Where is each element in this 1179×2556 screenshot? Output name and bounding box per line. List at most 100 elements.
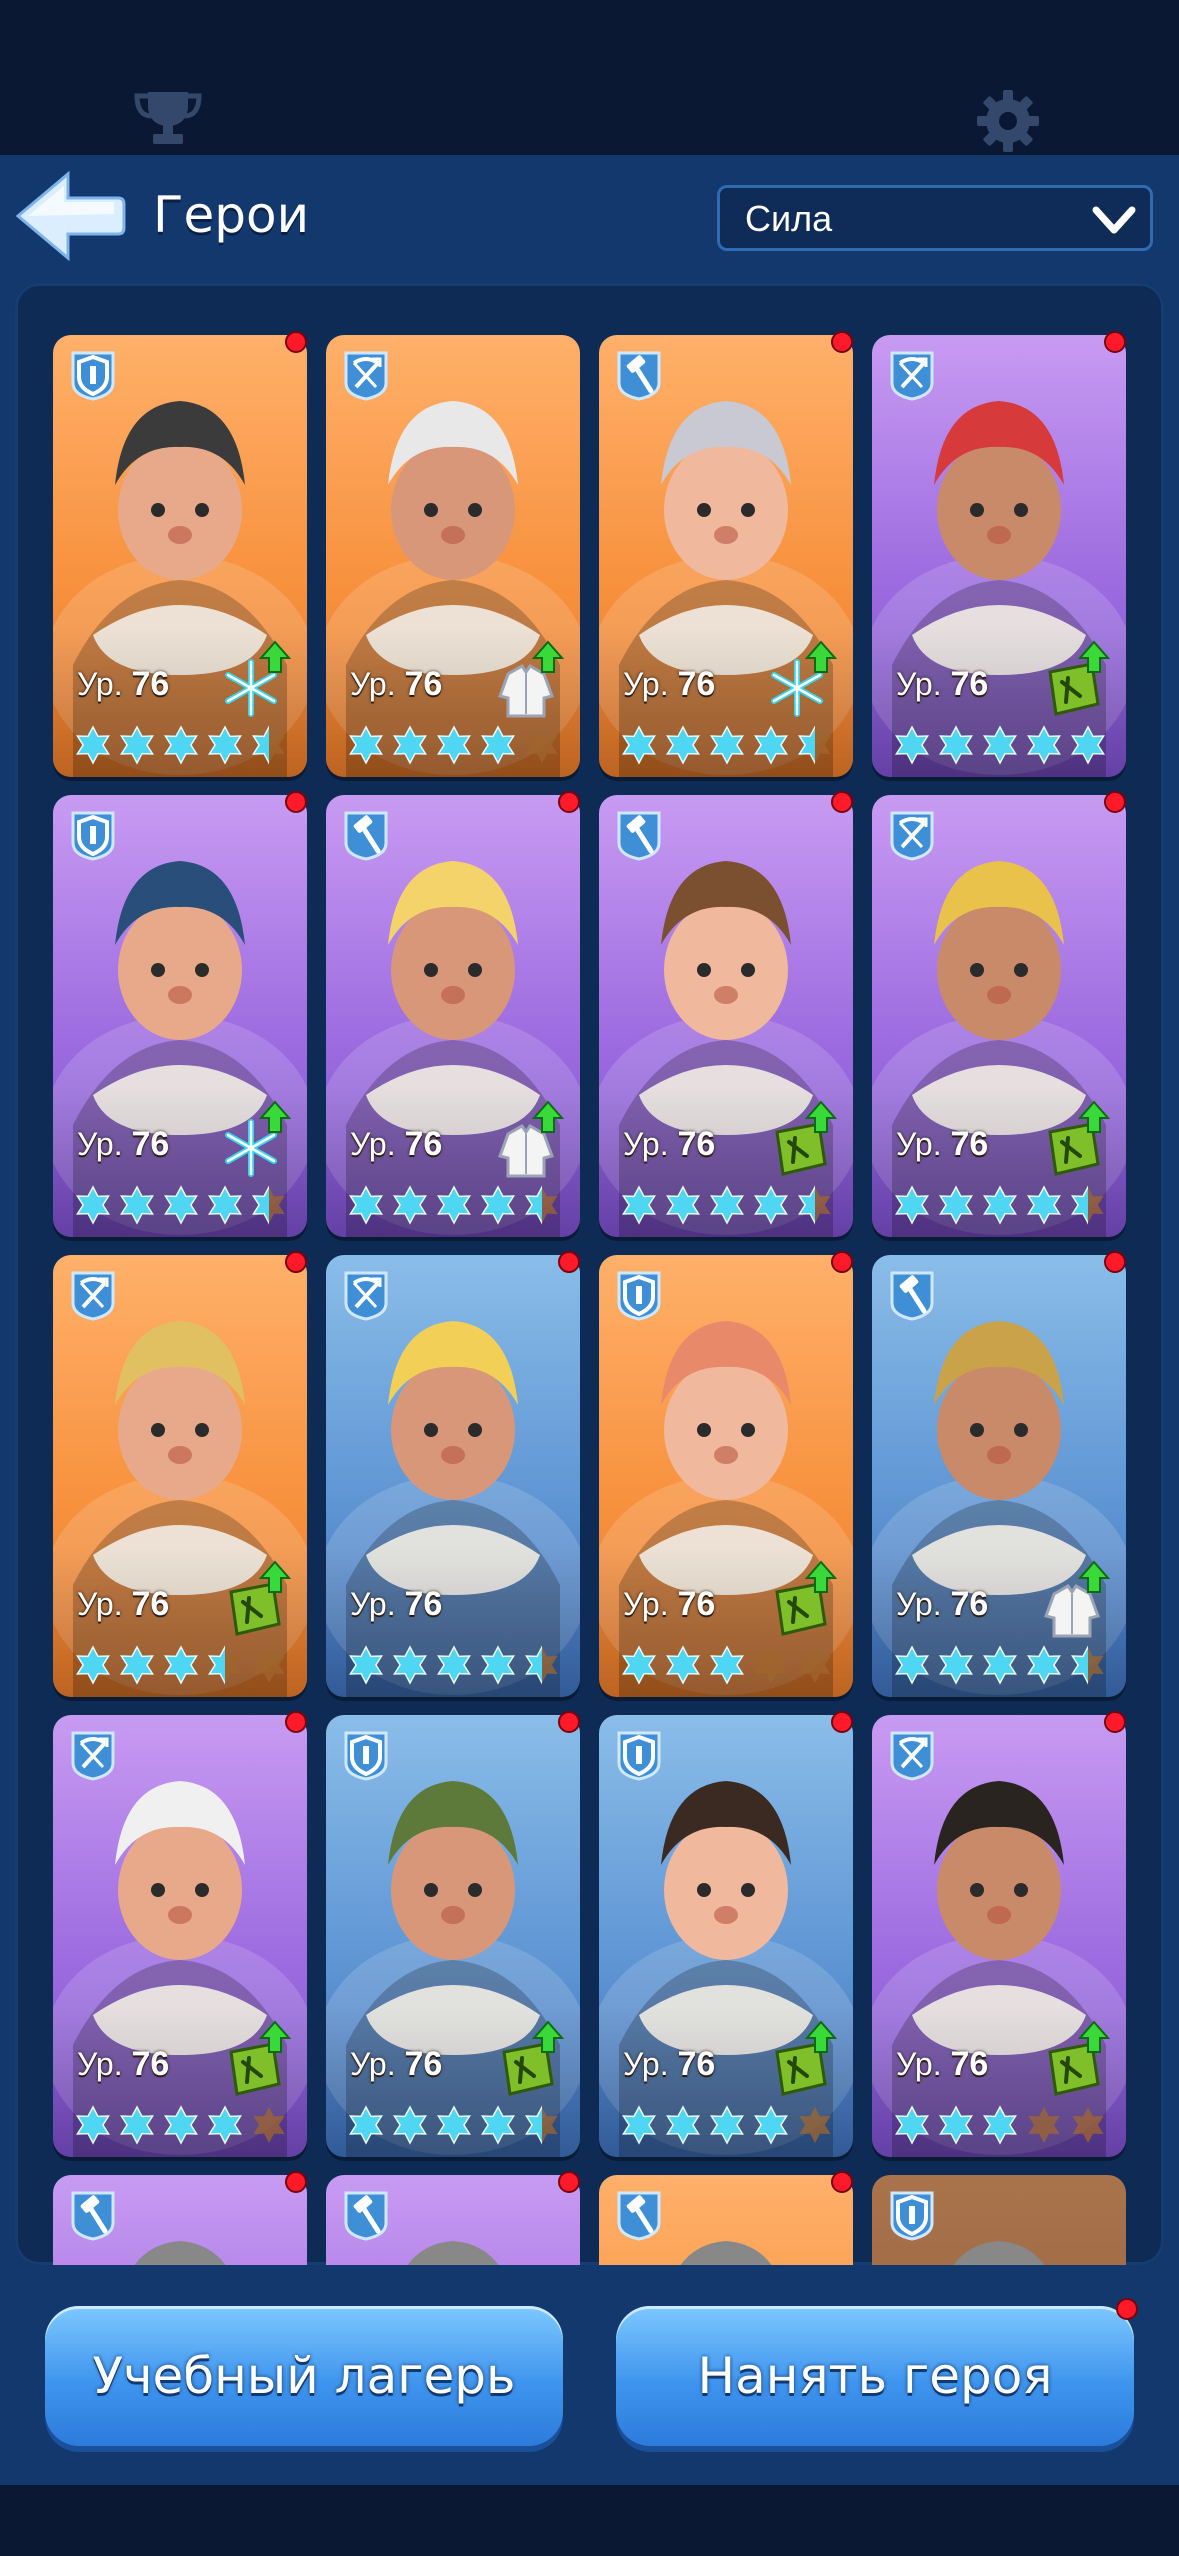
- star-icon: [437, 725, 471, 765]
- level-prefix: Ур.: [623, 2046, 678, 2082]
- star-icon: [895, 725, 929, 765]
- star-icon: [666, 2105, 700, 2145]
- sort-dropdown[interactable]: Сила: [717, 185, 1153, 251]
- bottom-strip: [0, 2485, 1179, 2556]
- star-icon: [983, 2105, 1017, 2145]
- hero-card[interactable]: Ур. 76: [326, 1715, 580, 2157]
- star-rating: [346, 2105, 568, 2145]
- star-icon: [437, 1645, 471, 1685]
- level-value: 76: [950, 1125, 989, 1163]
- level-prefix: Ур.: [350, 1586, 405, 1622]
- star-icon: [393, 725, 427, 765]
- hero-level: Ур. 76: [77, 2045, 169, 2084]
- star-rating: [892, 1645, 1114, 1685]
- star-icon: [710, 725, 744, 765]
- hero-card[interactable]: Ур. 76: [326, 335, 580, 777]
- hero-card[interactable]: Ур. 76: [872, 1715, 1126, 2157]
- level-value: 76: [404, 1125, 443, 1163]
- level-value: 76: [131, 665, 170, 703]
- crossbow-icon: [342, 1269, 390, 1321]
- level-prefix: Ур.: [350, 2046, 405, 2082]
- hero-card[interactable]: Ур. 76: [599, 795, 853, 1237]
- level-prefix: Ур.: [896, 2046, 951, 2082]
- level-value: 76: [677, 665, 716, 703]
- hero-card[interactable]: [872, 2175, 1126, 2265]
- level-prefix: Ур.: [896, 1126, 951, 1162]
- notification-dot: [831, 1251, 853, 1273]
- hammer-icon: [342, 809, 390, 861]
- star-icon: [1027, 725, 1061, 765]
- star-icon: [393, 2105, 427, 2145]
- hero-level: Ур. 76: [77, 1125, 169, 1164]
- hero-card[interactable]: [599, 2175, 853, 2265]
- star-icon: [393, 1645, 427, 1685]
- hero-card[interactable]: Ур. 76: [872, 1255, 1126, 1697]
- star-icon: [120, 2105, 154, 2145]
- notification-dot: [1104, 1711, 1126, 1733]
- top-bar: [0, 0, 1179, 155]
- star-icon: [164, 725, 198, 765]
- star-icon: [622, 725, 656, 765]
- star-icon: [208, 2105, 242, 2145]
- star-icon: [622, 1185, 656, 1225]
- star-icon: [481, 1645, 515, 1685]
- hire-hero-label: Нанять героя: [697, 2347, 1053, 2405]
- star-rating: [892, 2105, 1114, 2145]
- hero-card[interactable]: Ур. 76: [599, 335, 853, 777]
- hero-card[interactable]: Ур. 76: [53, 335, 307, 777]
- snowflake-upgrade-icon: [767, 640, 838, 718]
- hero-card[interactable]: Ур. 76: [53, 1255, 307, 1697]
- star-icon: [622, 1645, 656, 1685]
- star-icon: [939, 1645, 973, 1685]
- hero-card[interactable]: [53, 2175, 307, 2265]
- star-rating: [346, 725, 568, 765]
- hammer-icon: [615, 349, 663, 401]
- hero-card[interactable]: [326, 2175, 580, 2265]
- hero-card[interactable]: Ур. 76: [599, 1255, 853, 1697]
- back-arrow-button[interactable]: [14, 170, 126, 262]
- star-icon: [76, 1645, 110, 1685]
- star-rating: [892, 725, 1114, 765]
- hire-hero-button[interactable]: Нанять героя: [616, 2306, 1134, 2446]
- level-prefix: Ур.: [623, 1586, 678, 1622]
- training-camp-button[interactable]: Учебный лагерь: [45, 2306, 563, 2446]
- settings-gear-icon[interactable]: [975, 88, 1041, 154]
- level-prefix: Ур.: [77, 1586, 132, 1622]
- star-icon: [710, 1185, 744, 1225]
- star-icon: [525, 1645, 558, 1685]
- hero-card[interactable]: Ур. 76: [53, 1715, 307, 2157]
- star-icon: [666, 1185, 700, 1225]
- book-upgrade-icon: [767, 1100, 838, 1178]
- star-icon: [798, 1185, 831, 1225]
- star-icon: [393, 1185, 427, 1225]
- crossbow-icon: [888, 349, 936, 401]
- hammer-icon: [615, 2189, 663, 2241]
- notification-dot: [285, 1711, 307, 1733]
- star-icon: [983, 725, 1017, 765]
- star-icon: [895, 1185, 929, 1225]
- star-icon: [253, 2107, 285, 2143]
- level-value: 76: [950, 1585, 989, 1623]
- level-prefix: Ур.: [896, 1586, 951, 1622]
- hero-level: Ур. 76: [77, 665, 169, 704]
- level-value: 76: [131, 1585, 170, 1623]
- hero-card[interactable]: Ур. 76: [326, 1255, 580, 1697]
- hammer-icon: [69, 2189, 117, 2241]
- book-upgrade-icon: [221, 2020, 292, 2098]
- shield-icon: [615, 1269, 663, 1321]
- level-prefix: Ур.: [350, 1126, 405, 1162]
- hero-card[interactable]: Ур. 76: [53, 795, 307, 1237]
- hero-card[interactable]: Ур. 76: [326, 795, 580, 1237]
- star-icon: [939, 725, 973, 765]
- hero-card[interactable]: Ур. 76: [872, 335, 1126, 777]
- hero-card[interactable]: Ур. 76: [599, 1715, 853, 2157]
- star-icon: [754, 2105, 788, 2145]
- hero-card[interactable]: Ур. 76: [872, 795, 1126, 1237]
- notification-dot: [831, 2171, 853, 2193]
- star-icon: [349, 725, 383, 765]
- book-upgrade-icon: [767, 2020, 838, 2098]
- trophy-icon[interactable]: [133, 88, 203, 148]
- star-icon: [799, 1647, 831, 1683]
- snowflake-upgrade-icon: [221, 1100, 292, 1178]
- star-icon: [939, 1185, 973, 1225]
